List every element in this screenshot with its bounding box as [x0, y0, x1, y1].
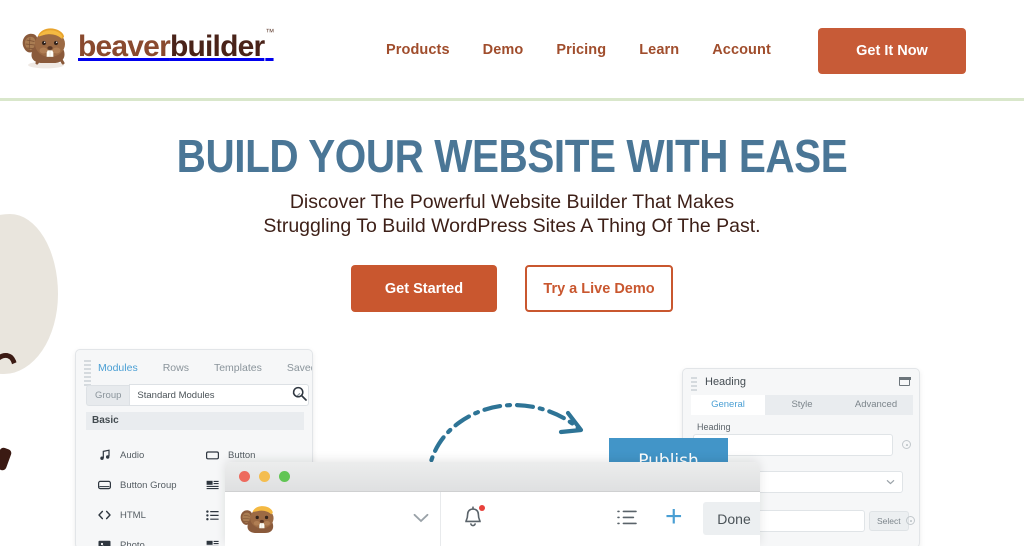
- logo-wordmark: beaverbuilder™: [78, 28, 274, 63]
- module-label: Button Group: [120, 479, 177, 491]
- tab-rows[interactable]: Rows: [163, 362, 189, 374]
- group-select[interactable]: Standard Modules: [129, 384, 310, 406]
- chevron-down-icon[interactable]: [413, 510, 429, 528]
- module-label: Audio: [120, 449, 145, 461]
- hero-subtitle-line-2: Struggling To Build WordPress Sites A Th…: [263, 215, 761, 237]
- content-block-icon: [206, 539, 219, 546]
- section-header-basic: Basic: [86, 412, 304, 430]
- tab-style[interactable]: Style: [765, 395, 839, 415]
- module-label: Button: [228, 449, 256, 461]
- code-icon: [98, 509, 111, 522]
- site-header: beaverbuilder™ Products Demo Pricing Lea…: [0, 0, 1024, 101]
- module-group-row: Group Standard Modules: [86, 384, 310, 406]
- modules-column-left: Audio Button Group HTML Photo: [98, 440, 177, 546]
- hero-subtitle: Discover The Powerful Website Builder Th…: [0, 190, 1024, 238]
- done-button[interactable]: Done: [703, 502, 760, 535]
- logo-word-builder: builder: [169, 30, 265, 63]
- group-select-value: Standard Modules: [137, 389, 215, 401]
- toolbar-divider: [440, 492, 441, 546]
- beaver-logo-icon: [18, 18, 72, 72]
- site-logo[interactable]: beaverbuilder™: [18, 18, 274, 72]
- notification-badge: [479, 505, 485, 511]
- heading-panel-tabs: General Style Advanced: [691, 395, 913, 415]
- gear-icon[interactable]: [906, 516, 915, 525]
- tab-general[interactable]: General: [691, 395, 765, 415]
- module-label: HTML: [120, 509, 146, 521]
- beaver-avatar-icon[interactable]: [237, 498, 279, 540]
- plus-icon[interactable]: +: [665, 502, 683, 532]
- button-group-icon: [98, 479, 111, 492]
- module-label: Photo: [120, 539, 145, 546]
- module-item-photo[interactable]: Photo: [98, 530, 177, 546]
- logo-trademark: ™: [265, 27, 274, 37]
- logo-word-beaver: beaver: [78, 30, 171, 63]
- tab-modules[interactable]: Modules: [98, 362, 138, 374]
- hero-subtitle-line-1: Discover The Powerful Website Builder Th…: [289, 191, 735, 213]
- hero-cta-row: Get Started Try a Live Demo: [0, 265, 1024, 312]
- chevron-down-icon: [886, 479, 895, 485]
- nav-item-learn[interactable]: Learn: [639, 42, 679, 58]
- group-label: Group: [86, 384, 130, 406]
- maximize-traffic-light[interactable]: [279, 471, 290, 482]
- close-traffic-light[interactable]: [239, 471, 250, 482]
- get-it-now-button[interactable]: Get It Now: [818, 28, 966, 74]
- section-header-basic-label: Basic: [92, 415, 119, 426]
- page-root: beaverbuilder™ Products Demo Pricing Lea…: [0, 0, 1024, 546]
- gear-icon[interactable]: [902, 440, 911, 449]
- nav-item-demo[interactable]: Demo: [483, 42, 524, 58]
- browser-window: + Done: [225, 462, 760, 546]
- main-navigation: Products Demo Pricing Learn Account: [386, 42, 771, 58]
- module-item-button-group[interactable]: Button Group: [98, 470, 177, 500]
- nav-item-account[interactable]: Account: [712, 42, 771, 58]
- module-item-html[interactable]: HTML: [98, 500, 177, 530]
- try-live-demo-button[interactable]: Try a Live Demo: [525, 265, 673, 312]
- nav-item-products[interactable]: Products: [386, 42, 450, 58]
- module-item-audio[interactable]: Audio: [98, 440, 177, 470]
- heading-field-label: Heading: [697, 422, 731, 432]
- search-icon[interactable]: [292, 386, 307, 404]
- select-button[interactable]: Select: [869, 511, 909, 531]
- tab-templates[interactable]: Templates: [214, 362, 262, 374]
- music-note-icon: [98, 449, 111, 462]
- minimize-icon[interactable]: [898, 376, 911, 386]
- panel-drag-handle[interactable]: [84, 360, 91, 386]
- modules-panel-tabs: Modules Rows Templates Saved: [98, 362, 312, 374]
- photo-icon: [98, 539, 111, 546]
- button-icon: [206, 449, 219, 462]
- decorative-stroke-2: [0, 446, 13, 472]
- list-icon: [206, 509, 219, 522]
- builder-toolbar: + Done: [225, 492, 760, 546]
- get-started-button[interactable]: Get Started: [351, 265, 497, 312]
- bell-notification-icon[interactable]: [463, 505, 485, 533]
- tab-advanced[interactable]: Advanced: [839, 395, 913, 415]
- content-block-icon: [206, 479, 219, 492]
- tab-saved[interactable]: Saved: [287, 362, 312, 374]
- page-title: BUILD YOUR WEBSITE WITH EASE: [176, 130, 848, 182]
- heading-panel-title: Heading: [705, 376, 746, 388]
- browser-titlebar: [225, 462, 760, 492]
- outline-list-icon[interactable]: [617, 509, 637, 532]
- nav-item-pricing[interactable]: Pricing: [556, 42, 606, 58]
- minimize-traffic-light[interactable]: [259, 471, 270, 482]
- panel-drag-handle[interactable]: [691, 377, 697, 393]
